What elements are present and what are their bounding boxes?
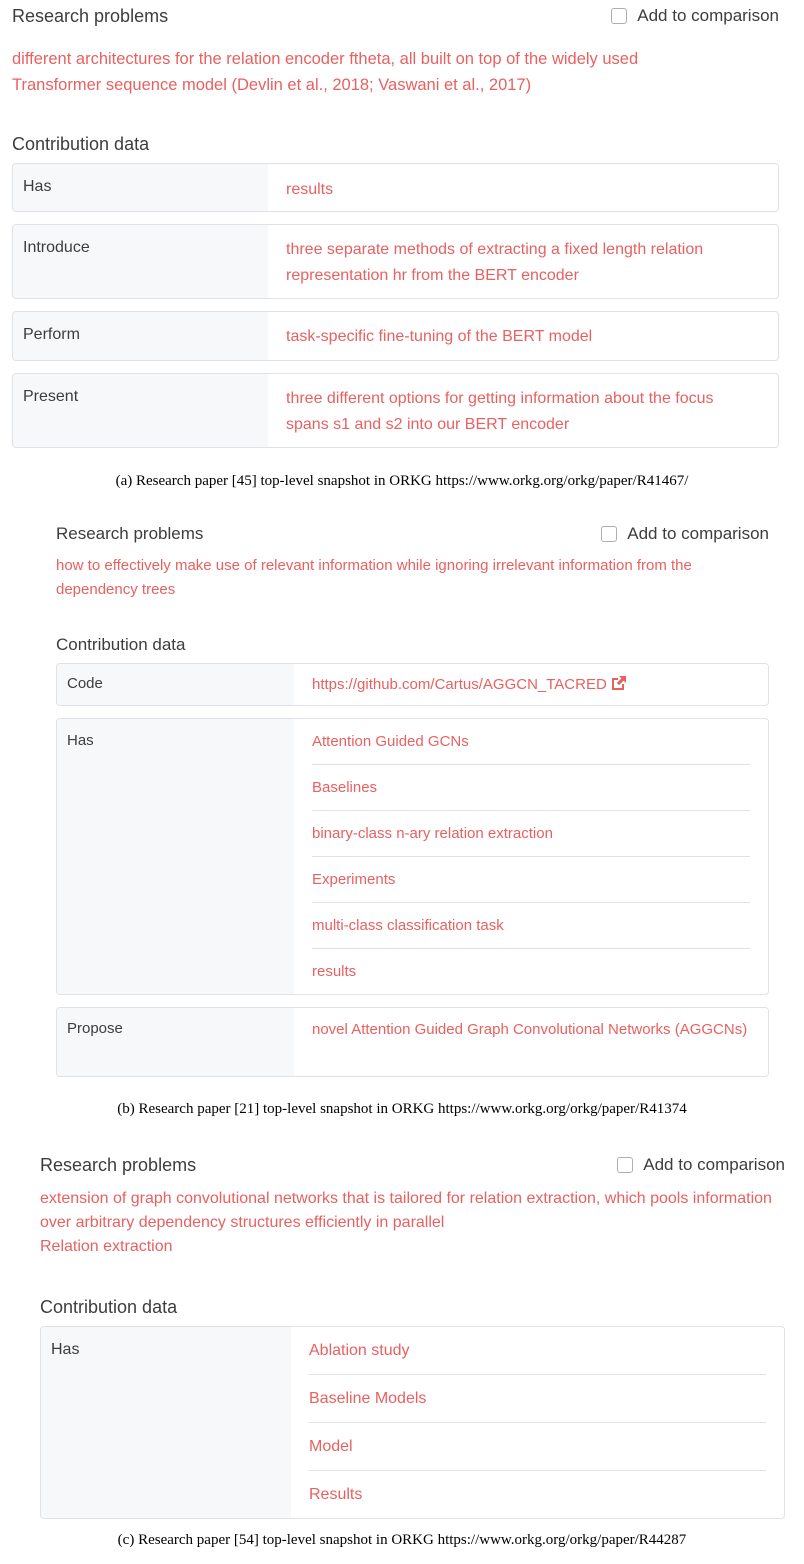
research-problems-title: Research problems: [40, 1155, 197, 1175]
object-values: Ablation study Baseline Models Model Res…: [291, 1327, 784, 1518]
statement-row: Propose novel Attention Guided Graph Con…: [56, 1007, 769, 1077]
code-url-link[interactable]: https://github.com/Cartus/AGGCN_TACRED: [312, 676, 607, 693]
add-to-comparison-label: Add to comparison: [637, 6, 779, 25]
predicate-label[interactable]: Has: [13, 164, 268, 211]
object-value-link[interactable]: Baselines: [312, 765, 750, 811]
research-problem-link[interactable]: different architectures for the relation…: [12, 46, 779, 72]
predicate-label[interactable]: Code: [57, 664, 294, 705]
research-problems-title: Research problems: [56, 524, 204, 543]
research-problem-list: extension of graph convolutional network…: [40, 1187, 785, 1259]
statement-row: Code https://github.com/Cartus/AGGCN_TAC…: [56, 663, 769, 706]
statement-row: Has Ablation study Baseline Models Model…: [40, 1326, 785, 1519]
object-values: three separate methods of extracting a f…: [268, 225, 778, 298]
object-value-link[interactable]: binary-class n-ary relation extraction: [312, 811, 750, 857]
object-value-link[interactable]: https://github.com/Cartus/AGGCN_TACRED: [312, 664, 750, 705]
contribution-data-title: Contribution data: [56, 635, 186, 654]
object-value-link[interactable]: three different options for getting info…: [286, 374, 760, 447]
object-values: results: [268, 164, 778, 211]
object-values: Attention Guided GCNs Baselines binary-c…: [294, 719, 768, 994]
add-to-comparison-checkbox[interactable]: Add to comparison: [611, 6, 779, 26]
research-problem-link[interactable]: how to effectively make use of relevant …: [56, 554, 769, 602]
object-value-link[interactable]: results: [312, 949, 750, 994]
object-value-link[interactable]: three separate methods of extracting a f…: [286, 225, 760, 298]
add-to-comparison-label: Add to comparison: [643, 1155, 785, 1174]
add-to-comparison-checkbox[interactable]: Add to comparison: [601, 524, 769, 544]
figure-caption: (a) Research paper [45] top-level snapsh…: [115, 473, 689, 489]
object-values: task-specific fine-tuning of the BERT mo…: [268, 312, 778, 360]
checkbox-icon[interactable]: [611, 8, 628, 24]
research-problem-link[interactable]: Relation extraction: [40, 1235, 785, 1259]
panel-b: Research problems Add to comparison how …: [56, 524, 769, 1089]
object-value-link[interactable]: Baseline Models: [309, 1375, 766, 1423]
add-to-comparison-label: Add to comparison: [627, 524, 769, 543]
object-value-link[interactable]: Ablation study: [309, 1327, 766, 1375]
research-problem-list: different architectures for the relation…: [12, 46, 779, 98]
add-to-comparison-checkbox[interactable]: Add to comparison: [617, 1155, 785, 1175]
statement-row: Has results: [12, 163, 779, 212]
object-value-link[interactable]: novel Attention Guided Graph Convolution…: [312, 1008, 750, 1055]
object-value-link[interactable]: Experiments: [312, 857, 750, 903]
contribution-data-title: Contribution data: [12, 134, 150, 154]
object-values: three different options for getting info…: [268, 374, 778, 447]
statement-row: Has Attention Guided GCNs Baselines bina…: [56, 718, 769, 995]
research-problems-title: Research problems: [12, 6, 169, 26]
research-problems-header: Research problems Add to comparison: [40, 1155, 785, 1179]
research-problems-header: Research problems Add to comparison: [56, 524, 769, 548]
predicate-label[interactable]: Has: [57, 719, 294, 994]
contribution-data-title: Contribution data: [40, 1297, 178, 1317]
checkbox-icon[interactable]: [601, 526, 618, 542]
figure-caption: (b) Research paper [21] top-level snapsh…: [117, 1101, 687, 1117]
predicate-label[interactable]: Propose: [57, 1008, 294, 1076]
research-problem-link[interactable]: extension of graph convolutional network…: [40, 1187, 785, 1235]
panel-c: Research problems Add to comparison exte…: [40, 1155, 785, 1531]
object-value-link[interactable]: Attention Guided GCNs: [312, 719, 750, 765]
external-link-icon[interactable]: [610, 674, 627, 700]
panel-a: Research problems Add to comparison diff…: [12, 6, 779, 460]
predicate-label[interactable]: Introduce: [13, 225, 268, 298]
predicate-label[interactable]: Present: [13, 374, 268, 447]
object-value-link[interactable]: multi-class classification task: [312, 903, 750, 949]
research-problems-header: Research problems Add to comparison: [12, 6, 779, 30]
object-value-link[interactable]: task-specific fine-tuning of the BERT mo…: [286, 312, 760, 360]
predicate-label[interactable]: Has: [41, 1327, 291, 1518]
figure-caption: (c) Research paper [54] top-level snapsh…: [117, 1532, 687, 1548]
research-problem-list: how to effectively make use of relevant …: [56, 554, 769, 602]
statement-row: Perform task-specific fine-tuning of the…: [12, 311, 779, 361]
statement-row: Introduce three separate methods of extr…: [12, 224, 779, 299]
object-value-link[interactable]: Model: [309, 1423, 766, 1471]
object-value-link[interactable]: results: [286, 164, 760, 211]
research-problem-link[interactable]: Transformer sequence model (Devlin et al…: [12, 72, 779, 98]
object-value-link[interactable]: Results: [309, 1471, 766, 1518]
predicate-label[interactable]: Perform: [13, 312, 268, 360]
checkbox-icon[interactable]: [617, 1157, 634, 1173]
object-values: https://github.com/Cartus/AGGCN_TACRED: [294, 664, 768, 705]
statement-row: Present three different options for gett…: [12, 373, 779, 448]
object-values: novel Attention Guided Graph Convolution…: [294, 1008, 768, 1076]
